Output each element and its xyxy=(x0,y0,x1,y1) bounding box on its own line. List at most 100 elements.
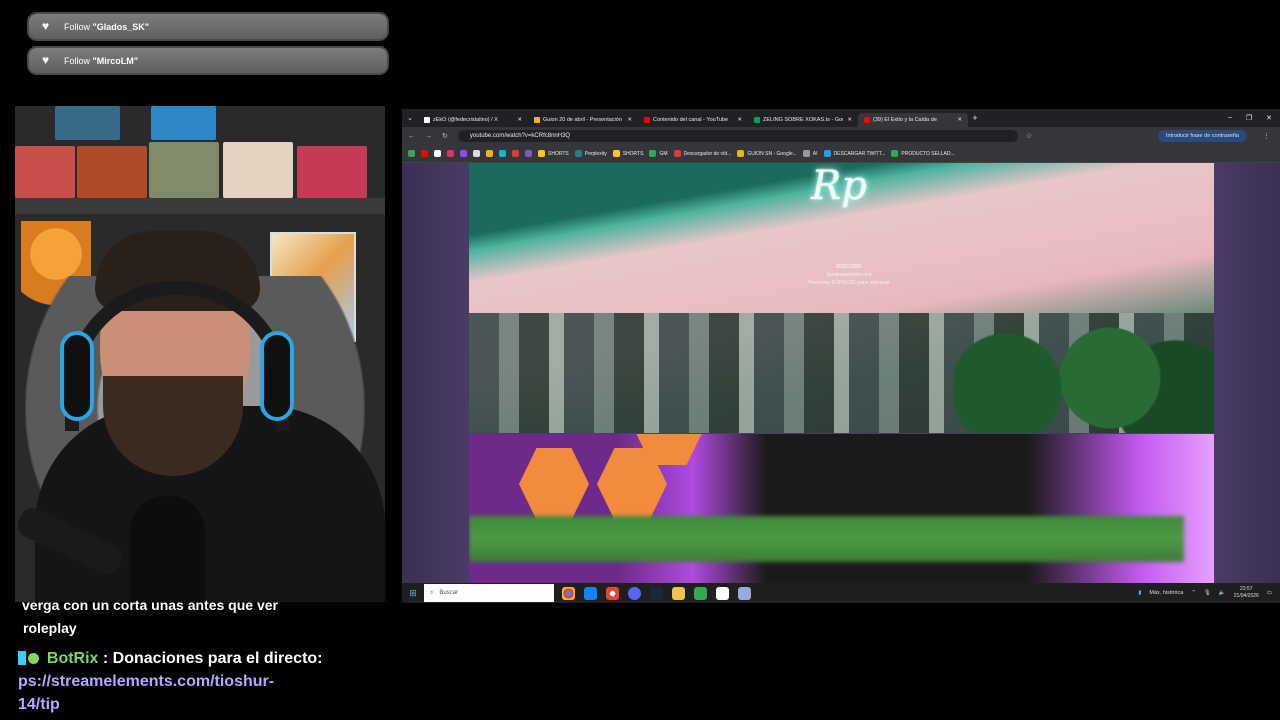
bookmark-icon[interactable] xyxy=(499,150,506,157)
chevron-up-icon[interactable]: ⌃ xyxy=(1191,590,1196,596)
bookmark-item[interactable]: Perplexity xyxy=(574,150,607,157)
notification-icon[interactable]: ▭ xyxy=(1267,590,1272,596)
folder-icon[interactable] xyxy=(672,586,685,600)
collectible-box xyxy=(149,142,219,198)
bookmark-icon[interactable] xyxy=(473,150,480,157)
bookmark-label: Perplexity xyxy=(584,150,607,157)
discord-icon[interactable] xyxy=(628,586,641,600)
youtube-favicon-icon xyxy=(864,116,870,123)
bookmark-icon[interactable] xyxy=(512,150,519,157)
youtube-favicon-icon xyxy=(644,116,650,123)
close-window-icon[interactable]: ✕ xyxy=(1266,114,1272,122)
browser-tab[interactable]: Guion 20 de abril - Presentación ✕ xyxy=(528,113,638,127)
taskbar-search[interactable]: ⌕ Buscar xyxy=(424,584,554,602)
edge-icon[interactable] xyxy=(584,586,597,600)
window-controls: – ❐ ✕ xyxy=(1228,114,1280,122)
forward-icon[interactable]: → xyxy=(425,133,432,140)
chat-link: 14/tip xyxy=(18,696,60,713)
close-tab-icon[interactable]: ✕ xyxy=(517,117,522,123)
close-tab-icon[interactable]: ✕ xyxy=(627,117,632,123)
minimize-icon[interactable]: – xyxy=(1228,114,1232,122)
close-tab-icon[interactable]: ✕ xyxy=(847,117,852,123)
blurred-banner xyxy=(469,516,1184,562)
search-placeholder: Buscar xyxy=(439,590,459,596)
notion-icon[interactable] xyxy=(716,586,729,600)
steam-icon[interactable] xyxy=(650,586,663,600)
password-prompt-button[interactable]: Introducir frase de contraseña xyxy=(1157,130,1247,142)
bookmark-item[interactable]: SHORTS xyxy=(612,150,643,157)
mic-icon[interactable]: 🎙 xyxy=(1204,590,1211,596)
chrome-profile-icon[interactable] xyxy=(606,586,619,600)
bookmark-item[interactable]: AI xyxy=(802,150,818,157)
bookmark-label: PRODUCTO SELLAD... xyxy=(901,150,955,157)
shelf xyxy=(15,198,385,214)
bookmark-icon xyxy=(574,150,582,157)
bookmark-item[interactable]: Descargador de víd... xyxy=(673,150,731,157)
bookmark-item[interactable]: SHORTS xyxy=(538,150,569,157)
bookmark-item[interactable]: DESCARGAR TWITT... xyxy=(823,150,885,157)
bookmark-icon[interactable] xyxy=(434,150,441,157)
tab-search-icon[interactable]: ⌄ xyxy=(402,114,418,122)
bookmark-icon xyxy=(612,150,620,157)
video-player[interactable]: Rp DISCORD tpsairepestdiscord Presiona E… xyxy=(402,163,1280,584)
app-icon[interactable] xyxy=(738,586,751,600)
system-tray: ▮ Máx. histórica ⌃ 🎙 🔈 23:57 21/04/2026 … xyxy=(1138,586,1280,600)
close-tab-icon[interactable]: ✕ xyxy=(957,117,962,123)
trees-scene xyxy=(954,323,1214,433)
clock-time: 23:57 xyxy=(1240,586,1253,592)
windows-start-icon[interactable]: ⊞ xyxy=(402,588,424,599)
chat-overlay: verga con un corta unas antes que ver ro… xyxy=(18,594,398,716)
bookmark-item[interactable]: PRODUCTO SELLAD... xyxy=(891,150,955,157)
chat-message-text: : Donaciones para el directo: xyxy=(98,650,323,667)
bookmark-star-icon[interactable]: ☆ xyxy=(1026,132,1032,140)
close-tab-icon[interactable]: ✕ xyxy=(737,117,742,123)
bookmark-item[interactable]: GM xyxy=(649,150,668,157)
chat-message: BotRix : Donaciones para el directo: xyxy=(18,647,398,670)
heart-icon: ♥ xyxy=(41,53,50,67)
tab-title: Contenido del canal - YouTube xyxy=(653,116,729,123)
chat-text: roleplay xyxy=(23,620,77,636)
new-tab-icon[interactable]: + xyxy=(968,113,982,123)
address-bar[interactable]: youtube.com/watch?v=kCRfc8nnH3Q xyxy=(457,130,1018,142)
follow-alert-name: "Glados_SK" xyxy=(92,21,150,32)
browser-tab[interactable]: zEkO (@fedecristalino) / X ✕ xyxy=(418,113,528,127)
windows-taskbar: ⊞ ⌕ Buscar ▮ Máx. histórica ⌃ 🎙 🔈 23:57 … xyxy=(402,583,1280,603)
bookmark-icon[interactable] xyxy=(421,150,428,157)
volume-icon[interactable]: 🔈 xyxy=(1219,590,1226,596)
video-frame-aerial: Rp DISCORD tpsairepestdiscord Presiona E… xyxy=(469,163,1214,433)
bookmark-icon xyxy=(891,150,899,157)
headset-cup-right xyxy=(260,331,294,421)
bookmark-label: GUION SN - Google... xyxy=(747,150,797,157)
browser-tab[interactable]: ZELING SOBRE XOKAS.ts - Goo ✕ xyxy=(748,113,858,127)
tray-label: Máx. histórica xyxy=(1149,590,1184,596)
clock[interactable]: 23:57 21/04/2026 xyxy=(1234,586,1259,600)
collectible-box xyxy=(151,106,216,140)
discord-link: tpsairepestdiscord xyxy=(826,272,872,278)
bookmark-icon[interactable] xyxy=(447,150,454,157)
streamer-badge-icon xyxy=(18,651,26,665)
chat-username: BotRix xyxy=(46,650,99,667)
bookmark-item[interactable]: GUION SN - Google... xyxy=(737,150,797,157)
bookmark-icon[interactable] xyxy=(525,150,532,157)
chrome-icon[interactable] xyxy=(562,586,575,600)
url-text: youtube.com/watch?v=kCRfc8nnH3Q xyxy=(469,133,571,139)
follow-alert-1: ♥ Follow "Glados_SK" xyxy=(27,12,389,41)
bookmark-icon[interactable] xyxy=(460,150,467,157)
follow-alert-name: "MircoLM" xyxy=(92,55,139,66)
browser-tab[interactable]: Contenido del canal - YouTube ✕ xyxy=(638,113,748,127)
collectible-box xyxy=(297,146,367,198)
discord-overlay: DISCORD tpsairepestdiscord Presiona ESPA… xyxy=(789,263,909,287)
collectible-box xyxy=(223,142,293,198)
back-icon[interactable]: ← xyxy=(408,133,415,140)
chat-text: verga con un corta unas antes que ver xyxy=(22,597,278,613)
heart-icon: ♥ xyxy=(41,19,50,33)
reload-icon[interactable]: ↻ xyxy=(442,132,448,140)
webcam-feed xyxy=(15,106,385,602)
bookmark-icon[interactable] xyxy=(486,150,493,157)
maximize-icon[interactable]: ❐ xyxy=(1246,114,1252,122)
bookmark-label: GM xyxy=(659,150,668,157)
bookmark-icon[interactable] xyxy=(408,150,415,157)
app-icon[interactable] xyxy=(694,586,707,600)
menu-icon[interactable]: ⋮ xyxy=(1263,132,1270,140)
browser-tab-active[interactable]: (39) El Éxito y la Caída de ✕ xyxy=(858,112,968,127)
